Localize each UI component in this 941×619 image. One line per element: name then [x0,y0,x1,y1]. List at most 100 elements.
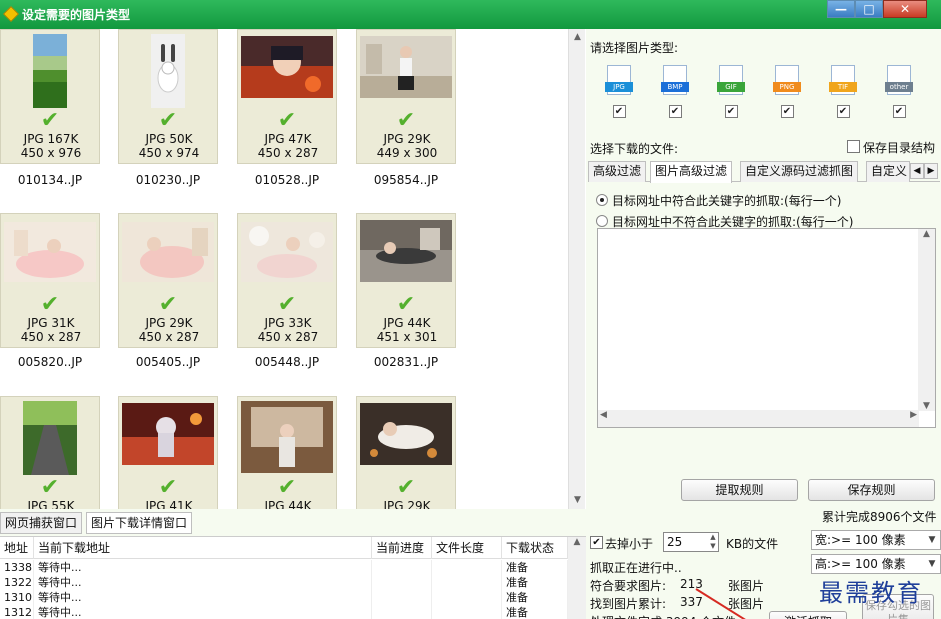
minimize-button[interactable]: — [827,0,855,18]
column-current-url[interactable]: 当前下载地址 [34,537,372,559]
scroll-down-icon[interactable]: ▼ [569,492,586,509]
thumbnail-item[interactable]: ✔ JPG 44K [237,396,337,509]
check-icon: ✔ [40,475,60,500]
size-stepper-icon[interactable]: ▲ ▼ [707,533,719,551]
select-type-label: 请选择图片类型: [590,41,679,55]
bmp-file-icon: BMP [661,65,689,95]
textarea-scrollbar[interactable]: ▲ ▼ [918,229,935,411]
jpg-file-icon: JPG [605,65,633,95]
scroll-up-icon[interactable]: ▲ [569,29,586,46]
check-icon: ✔ [396,475,416,500]
download-files-label: 选择下载的文件: [590,142,679,156]
keyword-textarea[interactable]: ▲ ▼ ◀ ▶ [597,228,936,428]
thumbnail-item[interactable]: ✔ JPG 47K 450 x 287 [237,29,337,164]
thumbnail-image [241,36,333,98]
found-unit: 张图片 [728,597,765,611]
thumbnail-image [122,222,214,282]
tif-file-icon: TIF [829,65,857,95]
thumbnail-image [241,222,333,282]
save-dir-label: 保存目录结构 [863,141,936,155]
close-button[interactable]: ✕ [883,0,927,18]
thumbnail-info: JPG 44K [264,499,312,509]
filetype-png[interactable]: PNG ✔ [772,65,802,118]
thumbnail-info: JPG 29K 450 x 287 [138,316,200,344]
tab-next-icon[interactable]: ▶ [924,163,938,179]
thumbnail-item[interactable]: ✔ JPG 167K 450 x 976 [0,29,100,164]
include-keyword-radio[interactable] [596,194,608,206]
gif-file-icon: GIF [717,65,745,95]
processed-status: 处理文件完成 3994 个文件 [590,613,736,619]
table-row[interactable]: 1312 等待中... 准备 [0,605,568,619]
column-status[interactable]: 下载状态 [502,537,568,559]
column-file-length[interactable]: 文件长度 [432,537,502,559]
check-icon: ✔ [40,292,60,317]
filetype-tif[interactable]: TIF ✔ [828,65,858,118]
thumbnail-item[interactable]: ✔ JPG 33K 450 x 287 [237,213,337,348]
thumbnail-item[interactable]: ✔ JPG 55K [0,396,100,509]
activate-grab-button[interactable]: 激活抓取 [769,611,847,619]
extract-rule-button[interactable]: 提取规则 [681,479,798,501]
filetype-gif[interactable]: GIF ✔ [716,65,746,118]
scroll-down-icon[interactable]: ▼ [918,401,935,411]
thumbnail-info: JPG 44K 451 x 301 [376,316,438,344]
thumbnail-image [241,401,333,473]
table-row[interactable]: 1338 等待中... 准备 [0,560,568,575]
thumbnail-item[interactable]: ✔ JPG 44K 451 x 301 [356,213,456,348]
gallery-scrollbar[interactable]: ▲ ▼ [568,29,585,509]
tif-checkbox[interactable]: ✔ [836,105,850,118]
scroll-up-icon[interactable]: ▲ [568,537,586,547]
tab-image-advanced-filter[interactable]: 图片高级过滤 [650,161,733,183]
tab-web-capture[interactable]: 网页捕获窗口 [0,512,83,534]
check-icon: ✔ [277,475,297,500]
tab-download-details[interactable]: 图片下载详情窗口 [86,512,193,534]
png-file-icon: PNG [773,65,801,95]
maximize-button[interactable]: □ [855,0,883,18]
filetype-other[interactable]: other ✔ [884,65,914,118]
png-checkbox[interactable]: ✔ [780,105,794,118]
thumbnail-item[interactable]: ✔ JPG 50K 450 x 974 [118,29,218,164]
thumbnail-item[interactable]: ✔ JPG 41K [118,396,218,509]
grabbing-status: 抓取正在进行中.. [590,561,682,575]
remove-less-checkbox[interactable]: ✔ [590,536,603,549]
thumbnail-item[interactable]: ✔ JPG 29K [356,396,456,509]
other-checkbox[interactable]: ✔ [892,105,906,118]
filetype-bmp[interactable]: BMP ✔ [660,65,690,118]
scroll-right-icon[interactable]: ▶ [910,410,917,420]
height-select[interactable]: 高:>= 100 像素 ▼ [811,554,941,574]
column-progress[interactable]: 当前进度 [372,537,432,559]
tab-advanced-filter[interactable]: 高级过滤 [588,161,647,182]
thumbnail-info: JPG 33K 450 x 287 [257,316,319,344]
thumbnail-filename: 010134..JP [17,173,83,187]
thumbnail-item[interactable]: ✔ JPG 29K 449 x 300 [356,29,456,164]
thumbnail-info: JPG 55K [27,499,75,509]
jpg-checkbox[interactable]: ✔ [612,105,626,118]
table-row[interactable]: 1322 等待中... 准备 [0,575,568,590]
tab-custom-source-filter[interactable]: 自定义源码过滤抓图 [740,161,859,182]
column-address[interactable]: 地址 [0,537,34,559]
save-rule-button[interactable]: 保存规则 [808,479,935,501]
total-done-label: 累计完成8906个文件 [822,510,937,524]
tab-prev-icon[interactable]: ◀ [910,163,924,179]
table-row[interactable]: 1310 等待中... 准备 [0,590,568,605]
gif-checkbox[interactable]: ✔ [724,105,738,118]
scroll-up-icon[interactable]: ▲ [918,229,935,239]
textarea-hscrollbar[interactable]: ◀ ▶ [598,410,919,427]
thumbnail-item[interactable]: ✔ JPG 29K 450 x 287 [118,213,218,348]
width-select[interactable]: 宽:>= 100 像素 ▼ [811,530,941,550]
bmp-checkbox[interactable]: ✔ [668,105,682,118]
thumbnail-item[interactable]: ✔ JPG 31K 450 x 287 [0,213,100,348]
thumbnail-filename: 005820..JP [17,355,83,369]
table-scrollbar[interactable]: ▲ [568,537,586,619]
tab-custom[interactable]: 自定义 [866,161,910,182]
check-icon: ✔ [277,108,297,133]
filter-tabs: 高级过滤 图片高级过滤 自定义源码过滤抓图 自定义 ◀ ▶ [588,161,940,183]
scroll-left-icon[interactable]: ◀ [600,410,607,420]
thumbnail-filename: 002831..JP [373,355,439,369]
chevron-down-icon: ▼ [928,559,936,569]
filetype-jpg[interactable]: JPG ✔ [604,65,634,118]
match-label: 符合要求图片: [590,579,667,593]
thumbnail-gallery: ✔ JPG 167K 450 x 976 ✔ JPG 50K 450 x 974 ✔… [0,29,568,509]
exclude-keyword-radio[interactable] [596,215,608,227]
match-count: 213 [680,577,703,591]
save-dir-checkbox[interactable] [847,140,860,153]
